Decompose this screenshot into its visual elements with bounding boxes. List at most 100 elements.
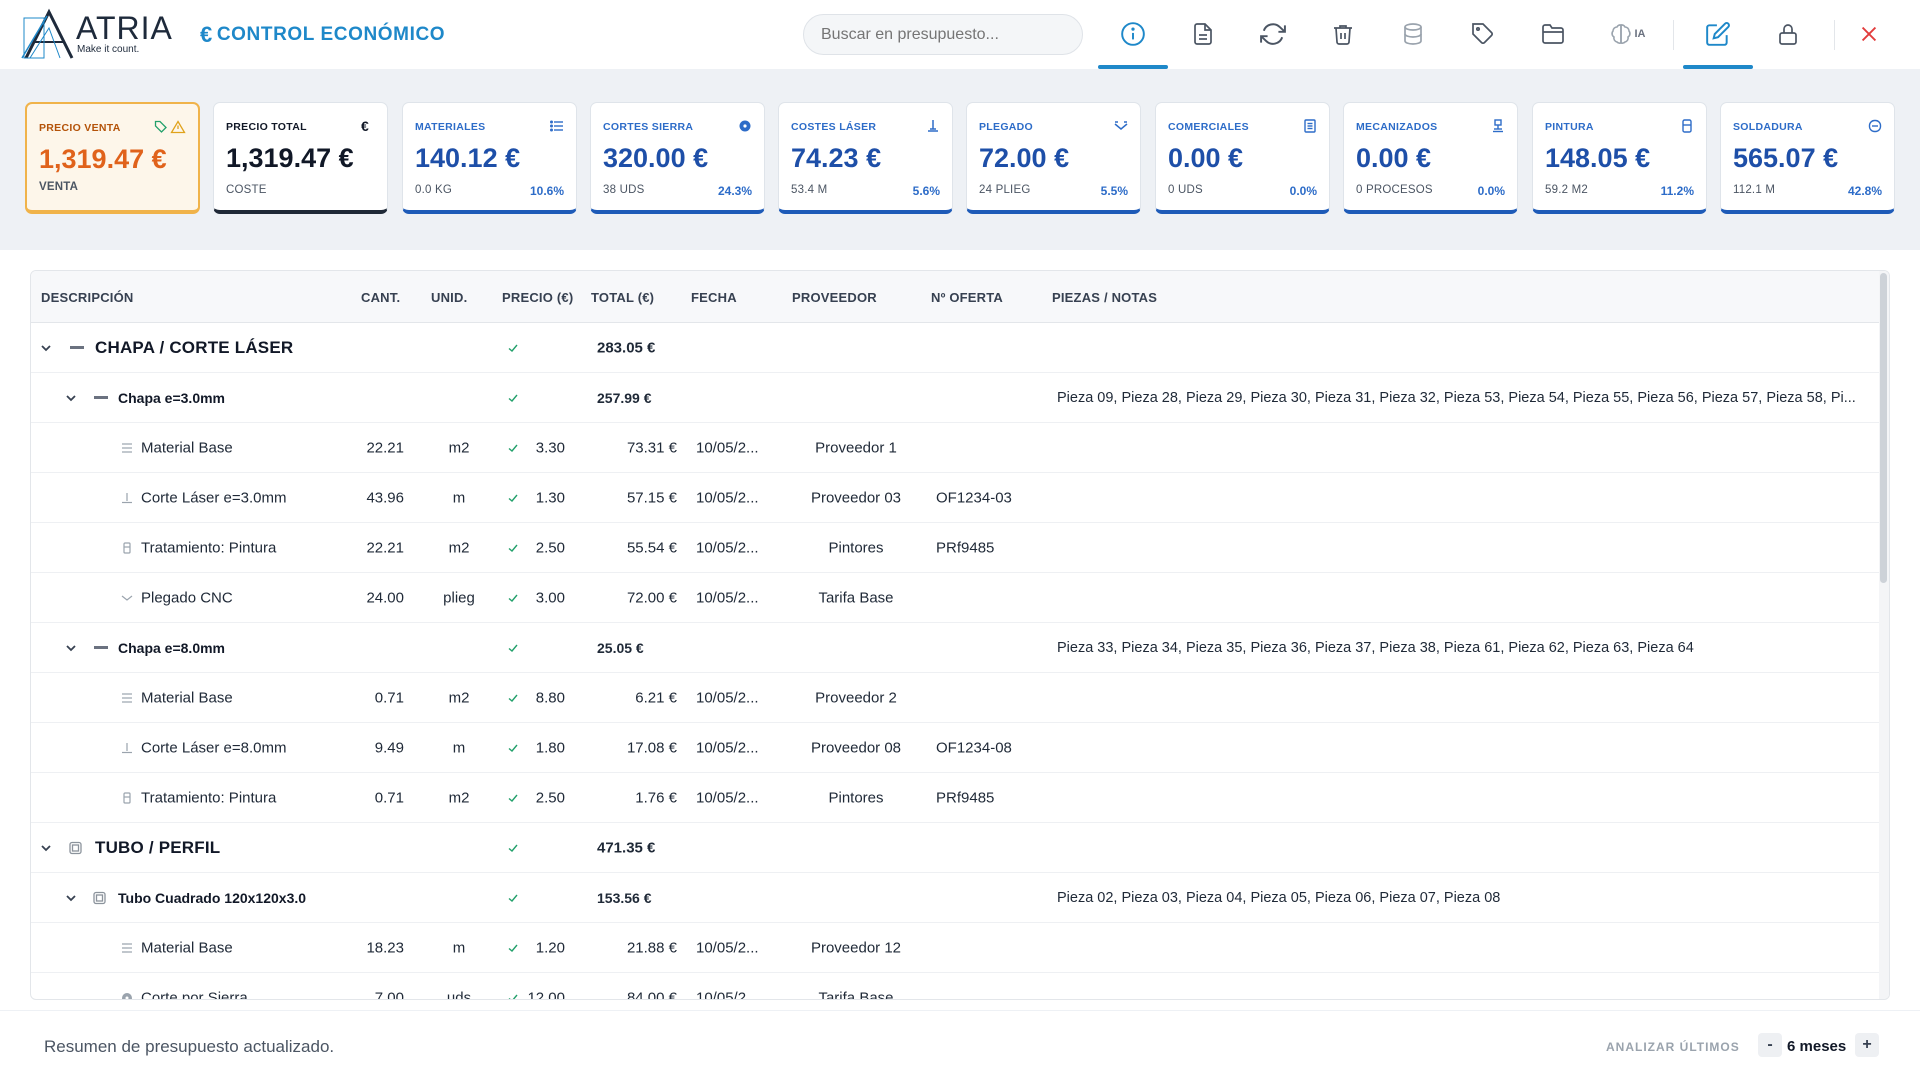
item-price[interactable]: 1.20 [523, 939, 565, 956]
item-quantity[interactable]: 9.49 [356, 739, 404, 756]
close-button[interactable] [1846, 12, 1892, 56]
card-pintura[interactable]: PINTURA 148.05 € 59.2 M2 11.2% [1532, 102, 1707, 214]
card-comerciales[interactable]: COMERCIALES 0.00 € 0 UDS 0.0% [1155, 102, 1330, 214]
subgroup-row[interactable]: Tubo Cuadrado 120x120x3.0 153.56 € Pieza 0… [31, 873, 1881, 923]
tag-button[interactable] [1460, 12, 1506, 56]
item-supplier[interactable]: Proveedor 2 [796, 689, 916, 706]
expand-chevron-icon[interactable] [39, 841, 53, 855]
card-materiales[interactable]: MATERIALES 140.12 € 0.0 KG 10.6% [402, 102, 577, 214]
table-row[interactable]: Material Base 0.71 m2 8.80 6.21 € 10/05/2... P… [31, 673, 1881, 723]
col-fecha[interactable]: FECHA [691, 290, 737, 305]
col-unid[interactable]: UNID. [431, 290, 467, 305]
item-price[interactable]: 1.80 [523, 739, 565, 756]
table-scrollbar-thumb[interactable] [1880, 273, 1887, 583]
folder-button[interactable] [1530, 12, 1576, 56]
database-button[interactable] [1390, 12, 1436, 56]
item-price[interactable]: 2.50 [523, 789, 565, 806]
expand-chevron-icon[interactable] [64, 641, 78, 655]
delete-button[interactable] [1320, 12, 1366, 56]
item-quantity[interactable]: 18.23 [356, 939, 404, 956]
table-row[interactable]: Corte por Sierra 7.00 uds 12.00 84.00 € 10/05… [31, 973, 1881, 999]
card-sub: 24 PLIEG [979, 184, 1031, 196]
item-quantity[interactable]: 22.21 [356, 439, 404, 456]
document-button[interactable] [1180, 12, 1226, 56]
card-percent: 11.2% [1660, 184, 1694, 198]
table-row[interactable]: Tratamiento: Pintura 0.71 m2 2.50 1.76 € 10/0… [31, 773, 1881, 823]
card-precio-total[interactable]: PRECIO TOTAL € 1,319.47 € COSTE [213, 102, 388, 214]
subgroup-row[interactable]: Chapa e=3.0mm 257.99 € Pieza 09, Pieza 28,… [31, 373, 1881, 423]
search-input[interactable] [803, 14, 1083, 55]
item-price[interactable]: 2.50 [523, 539, 565, 556]
item-quantity[interactable]: 0.71 [356, 789, 404, 806]
col-oferta[interactable]: Nº OFERTA [931, 290, 1003, 305]
card-cortes-sierra[interactable]: CORTES SIERRA 320.00 € 38 UDS 24.3% [590, 102, 765, 214]
item-offer[interactable]: PRf9485 [936, 539, 994, 556]
ia-button[interactable]: IA [1600, 12, 1654, 56]
euro-icon: € [361, 118, 369, 134]
card-mecanizados[interactable]: MECANIZADOS 0.00 € 0 PROCESOS 0.0% [1343, 102, 1518, 214]
table-row[interactable]: Material Base 22.21 m2 3.30 73.31 € 10/05/2..… [31, 423, 1881, 473]
group-row[interactable]: TUBO / PERFIL 471.35 € [31, 823, 1881, 873]
subgroup-row[interactable]: Chapa e=8.0mm 25.05 € Pieza 33, Pieza 34, … [31, 623, 1881, 673]
laser-icon [121, 492, 133, 504]
item-price[interactable]: 3.30 [523, 439, 565, 456]
pieces-notes: Pieza 09, Pieza 28, Pieza 29, Pieza 30, … [1057, 389, 1856, 406]
table-scrollbar[interactable] [1879, 271, 1889, 999]
item-unit: m2 [448, 689, 470, 706]
expand-chevron-icon[interactable] [64, 891, 78, 905]
item-offer[interactable]: PRf9485 [936, 789, 994, 806]
item-price[interactable]: 3.00 [523, 589, 565, 606]
item-supplier[interactable]: Pintores [796, 539, 916, 556]
item-offer[interactable]: OF1234-03 [936, 489, 1012, 506]
months-decrease-button[interactable]: - [1758, 1033, 1782, 1057]
item-quantity[interactable]: 22.21 [356, 539, 404, 556]
item-supplier[interactable]: Tarifa Base [796, 589, 916, 606]
item-unit: m2 [448, 539, 470, 556]
item-description: Material Base [141, 439, 233, 456]
item-quantity[interactable]: 0.71 [356, 689, 404, 706]
laser-icon [121, 742, 133, 754]
col-total[interactable]: TOTAL (€) [591, 290, 654, 305]
item-quantity[interactable]: 43.96 [356, 489, 404, 506]
table-row[interactable]: Corte Láser e=8.0mm 9.49 m 1.80 17.08 € 10/05… [31, 723, 1881, 773]
months-increase-button[interactable]: + [1855, 1033, 1879, 1057]
refresh-button[interactable] [1250, 12, 1296, 56]
card-percent: 0.0% [1477, 184, 1505, 198]
item-quantity[interactable]: 7.00 [356, 989, 404, 999]
close-icon [1861, 26, 1877, 42]
col-notas[interactable]: PIEZAS / NOTAS [1052, 290, 1157, 305]
expand-chevron-icon[interactable] [39, 341, 53, 355]
col-cant[interactable]: CANT. [361, 290, 400, 305]
lock-button[interactable] [1765, 12, 1811, 56]
col-proveedor[interactable]: PROVEEDOR [792, 290, 877, 305]
table-row[interactable]: Material Base 18.23 m 1.20 21.88 € 10/05/2...… [31, 923, 1881, 973]
item-price[interactable]: 8.80 [523, 689, 565, 706]
item-quantity[interactable]: 24.00 [356, 589, 404, 606]
trash-icon [1334, 25, 1352, 45]
card-costes-laser[interactable]: COSTES LÁSER 74.23 € 53.4 M 5.6% [778, 102, 953, 214]
edit-button[interactable] [1683, 12, 1753, 69]
info-button[interactable] [1098, 12, 1168, 69]
item-price[interactable]: 1.30 [523, 489, 565, 506]
item-supplier[interactable]: Pintores [796, 789, 916, 806]
item-supplier[interactable]: Tarifa Base [796, 989, 916, 999]
col-descripcion[interactable]: DESCRIPCIÓN [41, 290, 134, 305]
card-value: 0.00 € [1356, 143, 1432, 173]
group-row[interactable]: CHAPA / CORTE LÁSER 283.05 € [31, 323, 1881, 373]
item-supplier[interactable]: Proveedor 08 [796, 739, 916, 756]
card-sub: 53.4 M [791, 184, 828, 196]
card-percent: 10.6% [529, 184, 564, 198]
expand-chevron-icon[interactable] [64, 391, 78, 405]
item-offer[interactable]: OF1234-08 [936, 739, 1012, 756]
table-row[interactable]: Tratamiento: Pintura 22.21 m2 2.50 55.54 € 10… [31, 523, 1881, 573]
col-precio[interactable]: PRECIO (€) [502, 290, 573, 305]
item-supplier[interactable]: Proveedor 1 [796, 439, 916, 456]
item-supplier[interactable]: Proveedor 12 [796, 939, 916, 956]
table-row[interactable]: Plegado CNC 24.00 plieg 3.00 72.00 € 10/05/2.… [31, 573, 1881, 623]
card-soldadura[interactable]: SOLDADURA 565.07 € 112.1 M 42.8% [1720, 102, 1895, 214]
item-supplier[interactable]: Proveedor 03 [796, 489, 916, 506]
card-precio-venta[interactable]: PRECIO VENTA 1,319.47 € VENTA [25, 102, 200, 214]
table-row[interactable]: Corte Láser e=3.0mm 43.96 m 1.30 57.15 € 10/0… [31, 473, 1881, 523]
item-price[interactable]: 12.00 [523, 989, 565, 999]
card-plegado[interactable]: PLEGADO 72.00 € 24 PLIEG 5.5% [966, 102, 1141, 214]
